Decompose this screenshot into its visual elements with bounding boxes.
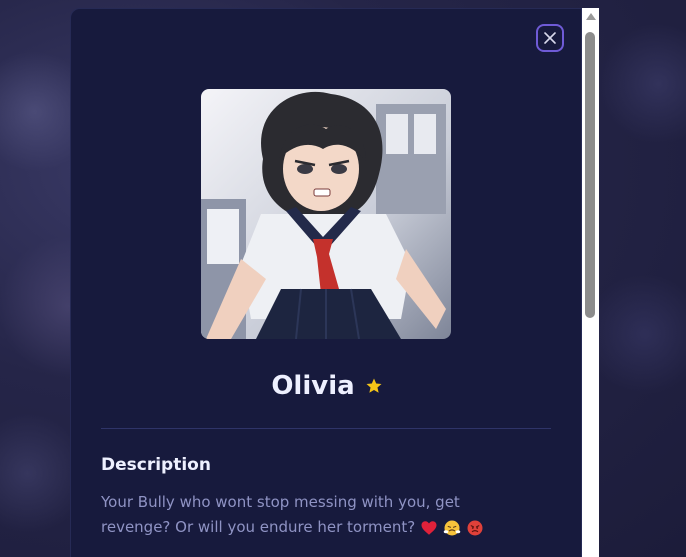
- star-icon[interactable]: [365, 377, 383, 395]
- angry-face-emoji-icon: [467, 520, 483, 535]
- name-row: Olivia: [71, 371, 581, 401]
- scroll-up-icon[interactable]: [586, 13, 596, 20]
- description-heading: Description: [101, 455, 211, 475]
- character-avatar: [201, 89, 451, 339]
- character-modal: Olivia Description Your Bully who wont s…: [70, 8, 582, 557]
- close-button[interactable]: [536, 24, 564, 52]
- description-body: Your Bully who wont stop messing with yo…: [101, 493, 460, 536]
- character-name: Olivia: [271, 371, 355, 401]
- divider: [101, 428, 551, 429]
- scrollbar[interactable]: [582, 8, 599, 557]
- steam-face-emoji-icon: [443, 520, 460, 535]
- scroll-thumb[interactable]: [585, 32, 595, 318]
- close-icon: [544, 32, 556, 44]
- description-text: Your Bully who wont stop messing with yo…: [101, 490, 521, 540]
- heart-emoji-icon: [421, 520, 437, 535]
